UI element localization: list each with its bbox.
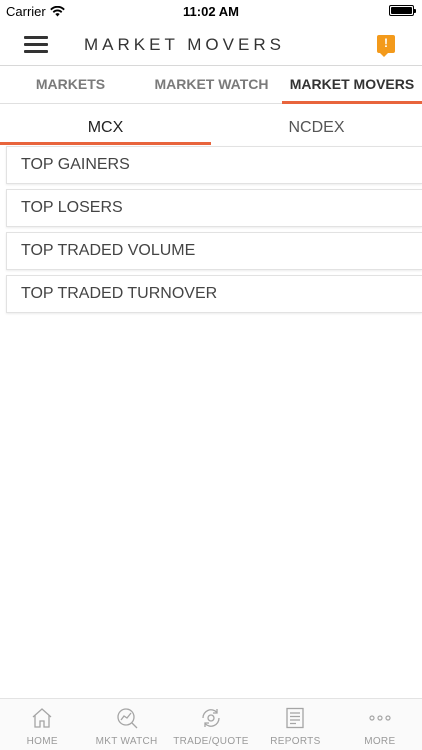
page-title: MARKET MOVERS	[84, 35, 285, 54]
battery-icon	[389, 5, 416, 16]
app-header: MARKET MOVERS !	[0, 22, 422, 66]
hamburger-menu-icon[interactable]	[24, 36, 48, 53]
tab-mcx[interactable]: MCX	[0, 114, 211, 145]
nav-mkt-watch-label: MKT WATCH	[95, 736, 158, 747]
tab-market-watch[interactable]: MARKET WATCH	[141, 67, 282, 103]
tab-market-movers[interactable]: MARKET MOVERS	[282, 67, 422, 104]
status-time: 11:02 AM	[183, 4, 239, 19]
nav-home-label: HOME	[26, 736, 58, 747]
nav-trade-quote-label: TRADE/QUOTE	[173, 736, 249, 747]
list-item-top-gainers[interactable]: TOP GAINERS	[6, 146, 422, 184]
market-movers-list: TOP GAINERS TOP LOSERS TOP TRADED VOLUME…	[6, 146, 422, 318]
nav-more[interactable]: MORE	[338, 699, 422, 750]
bottom-nav: HOME MKT WATCH TRADE/QUOTE REPORTS MORE	[0, 698, 422, 750]
status-bar: Carrier 11:02 AM	[0, 0, 422, 22]
nav-reports-label: REPORTS	[270, 736, 321, 747]
list-item-top-traded-volume[interactable]: TOP TRADED VOLUME	[6, 232, 422, 270]
home-icon	[32, 708, 52, 728]
nav-mkt-watch[interactable]: MKT WATCH	[84, 699, 168, 750]
nav-reports[interactable]: REPORTS	[253, 699, 337, 750]
list-item-top-losers[interactable]: TOP LOSERS	[6, 189, 422, 227]
nav-home[interactable]: HOME	[0, 699, 84, 750]
trade-quote-icon	[202, 709, 220, 727]
tab-ncdex[interactable]: NCDEX	[211, 114, 422, 144]
nav-trade-quote[interactable]: TRADE/QUOTE	[169, 699, 253, 750]
exchange-tabs: MCX NCDEX	[0, 114, 422, 145]
list-item-top-traded-turnover[interactable]: TOP TRADED TURNOVER	[6, 275, 422, 313]
more-dots-icon	[369, 715, 391, 721]
nav-more-label: MORE	[364, 736, 396, 747]
tab-markets[interactable]: MARKETS	[0, 67, 141, 103]
report-icon	[286, 707, 305, 729]
chart-magnifier-icon	[116, 708, 138, 729]
alert-icon[interactable]: !	[377, 35, 395, 57]
main-tabs: MARKETS MARKET WATCH MARKET MOVERS	[0, 67, 422, 104]
